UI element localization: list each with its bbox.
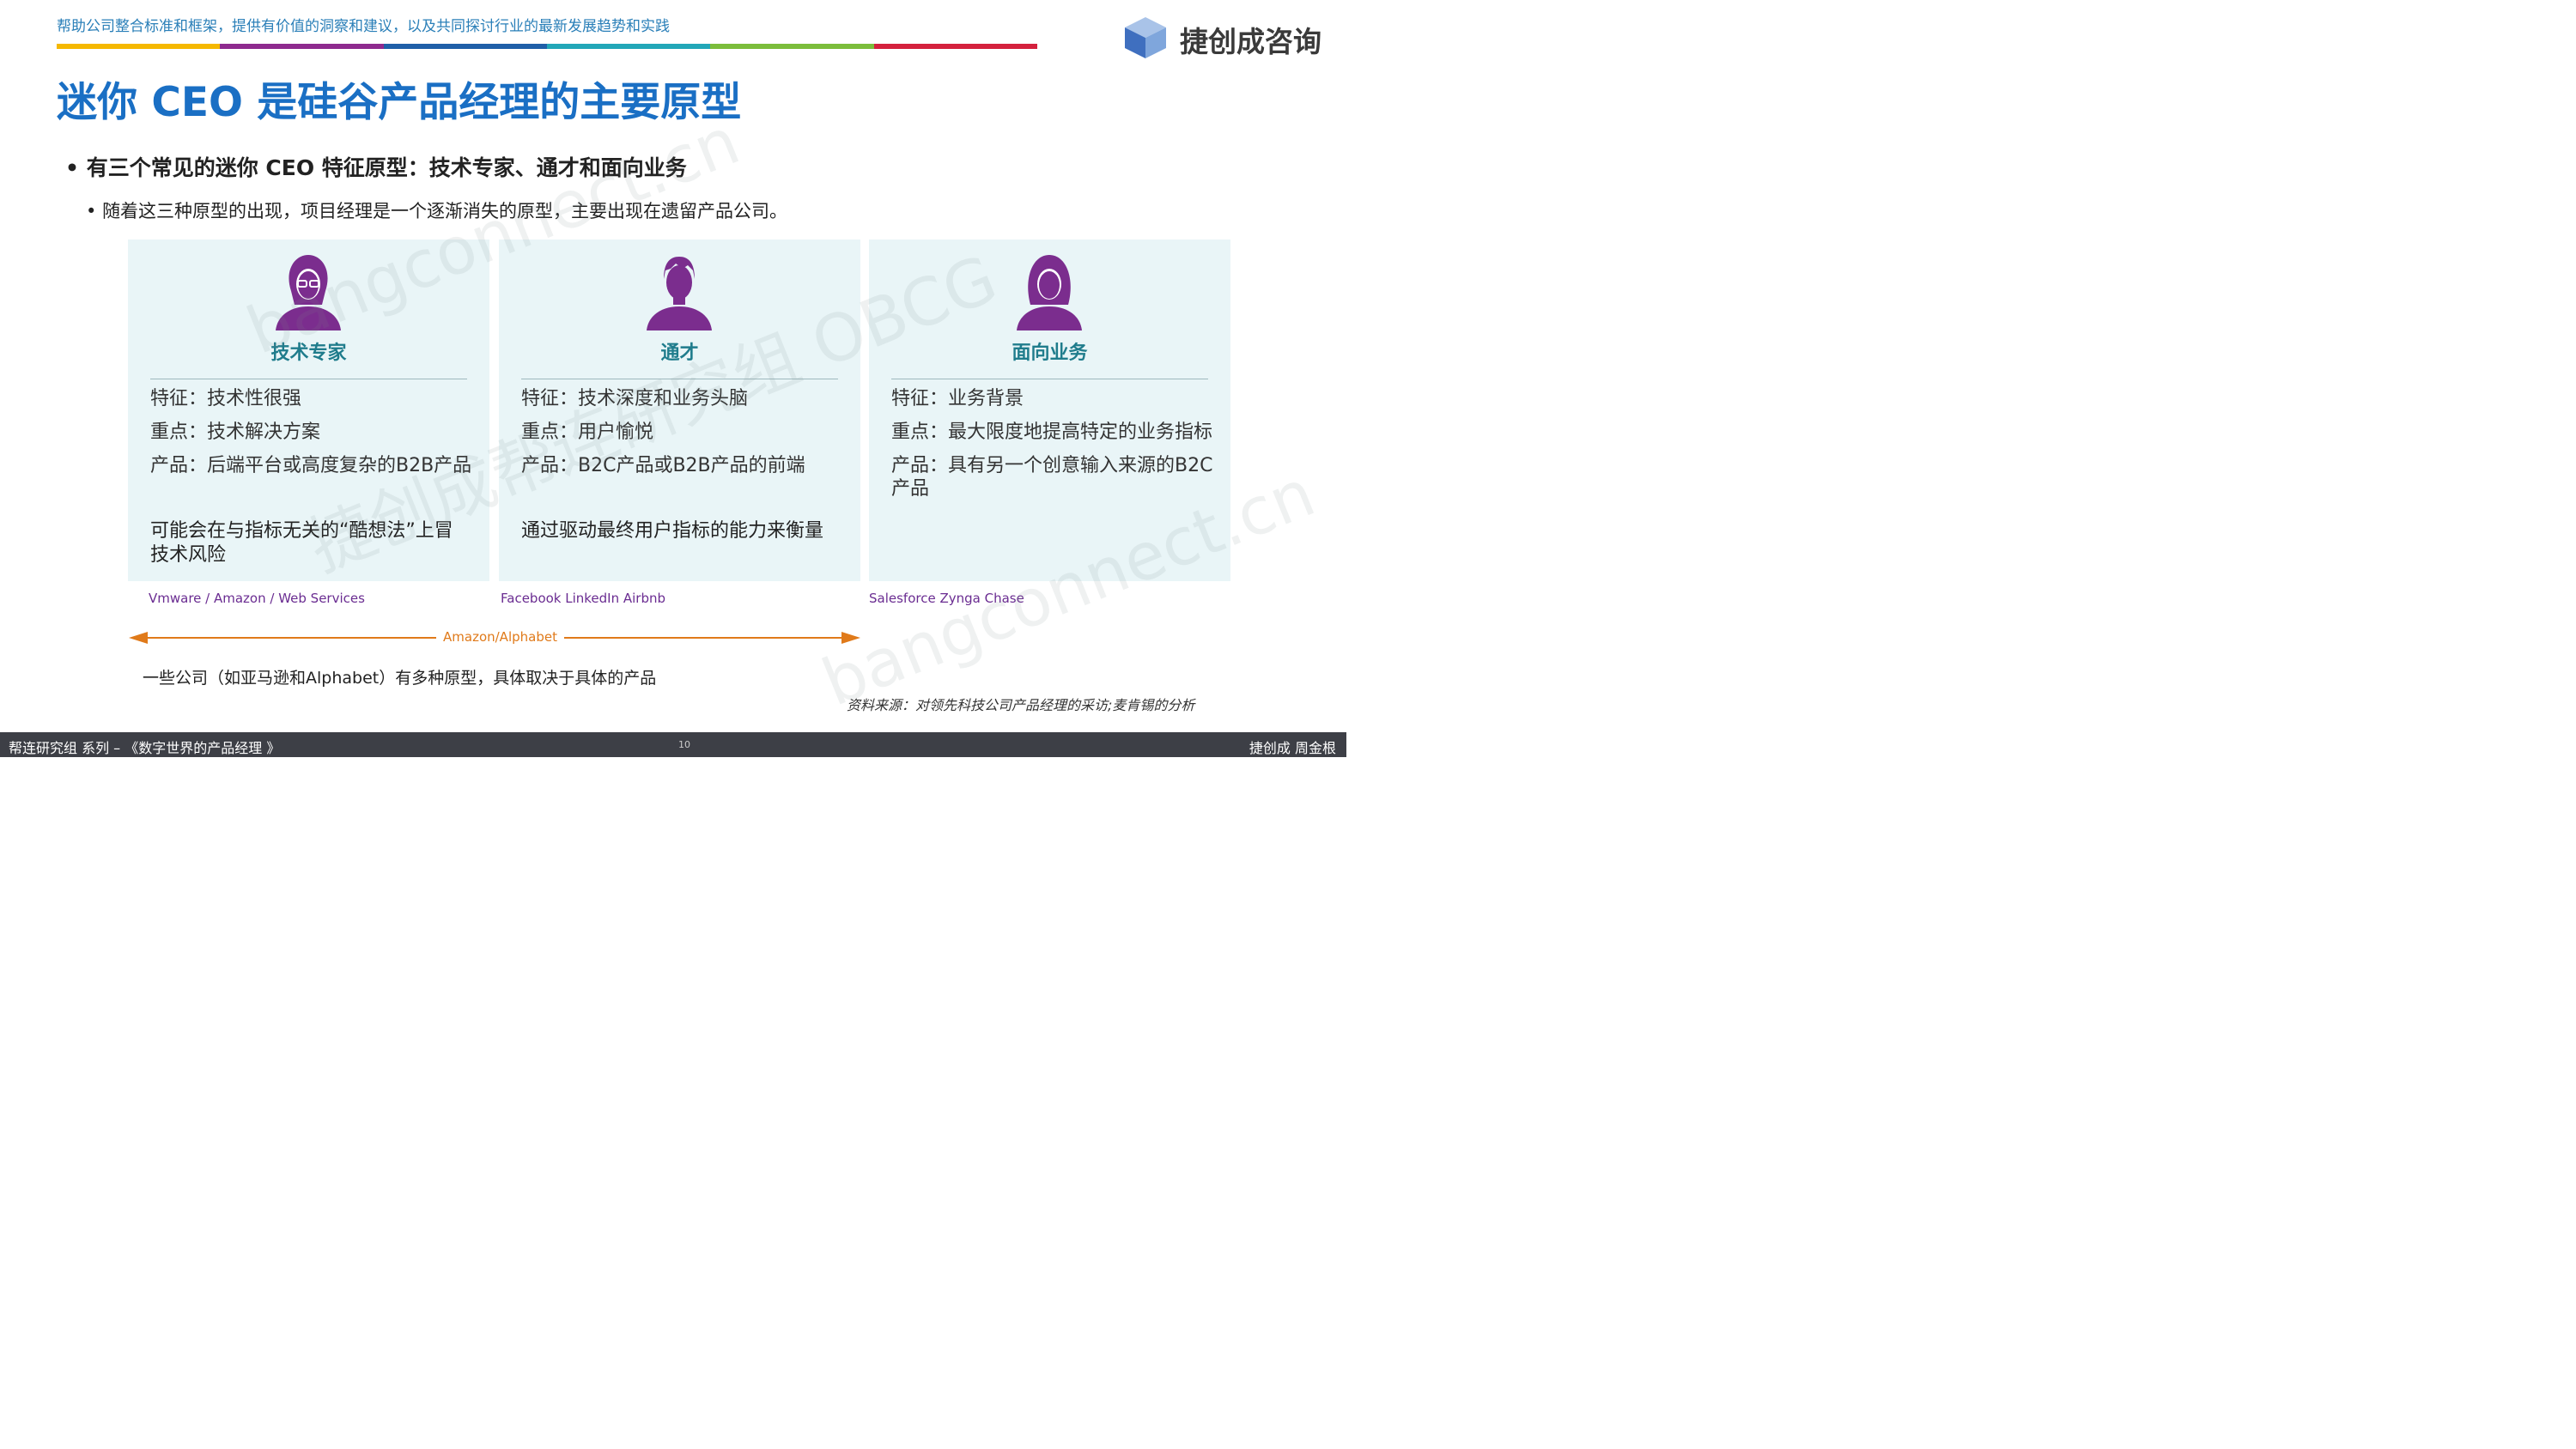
source-citation: 资料来源：对领先科技公司产品经理的采访;麦肯锡的分析	[847, 697, 1195, 713]
page-number: 10	[678, 739, 690, 750]
bullet-dot: •	[86, 201, 103, 221]
archetype-name: 通才	[660, 343, 699, 364]
product-row: 产品：后端平台或高度复杂的B2B产品	[150, 455, 472, 476]
archetype-note: 通过驱动最终用户指标的能力来衡量	[521, 520, 824, 542]
trait-row: 特征：业务背景	[891, 388, 1024, 409]
archetype-panel-generalist: 通才 特征：技术深度和业务头脑 重点：用户愉悦 产品：B2C产品或B2B产品的前…	[499, 239, 860, 581]
color-bar-segment-yellow	[57, 44, 221, 49]
company-logo: 捷创成咨询	[1123, 15, 1329, 60]
example-companies-tech-expert: Vmware / Amazon / Web Services	[149, 591, 365, 606]
color-bar-segment-blue	[383, 44, 547, 49]
footer-bar: 帮连研究组 系列 – 《数字世界的产品经理 》 10 捷创成 周金根	[0, 732, 1346, 757]
focus-row: 重点：用户愉悦	[521, 421, 654, 443]
focus-row: 重点：技术解决方案	[150, 421, 321, 443]
product-row: 产品：具有另一个创意输入来源的B2C产品	[891, 455, 1213, 500]
arrow-label: Amazon/Alphabet	[436, 629, 564, 645]
cube-logo-icon	[1125, 17, 1166, 58]
example-companies-generalist: Facebook LinkedIn Airbnb	[501, 591, 666, 606]
focus-row: 重点：最大限度地提高特定的业务指标	[891, 421, 1213, 443]
page-title: 迷你 CEO 是硅谷产品经理的主要原型	[57, 79, 742, 126]
trait-row: 特征：技术性很强	[150, 388, 302, 409]
header-color-bar	[57, 44, 1037, 49]
woman-avatar-icon	[1017, 255, 1082, 330]
color-bar-segment-purple	[220, 44, 384, 49]
logo-text: 捷创成咨询	[1180, 25, 1321, 58]
footer-author: 捷创成 周金根	[1249, 740, 1336, 756]
footer-series: 帮连研究组 系列 – 《数字世界的产品经理 》	[9, 740, 281, 756]
archetype-panel-business: 面向业务 特征：业务背景 重点：最大限度地提高特定的业务指标 产品：具有另一个创…	[869, 239, 1230, 581]
trait-row: 特征：技术深度和业务头脑	[521, 388, 749, 409]
archetype-name: 面向业务	[1012, 343, 1088, 364]
product-row: 产品：B2C产品或B2B产品的前端	[521, 455, 805, 476]
header-tagline: 帮助公司整合标准和框架，提供有价值的洞察和建议，以及共同探讨行业的最新发展趋势和…	[57, 18, 670, 35]
archetype-panel-tech-expert: 技术专家 特征：技术性很强 重点：技术解决方案 产品：后端平台或高度复杂的B2B…	[128, 239, 489, 581]
archetype-name: 技术专家	[270, 343, 347, 364]
woman-glasses-avatar-icon	[276, 255, 341, 330]
bullet-main: • 有三个常见的迷你 CEO 特征原型：技术专家、通才和面向业务	[65, 151, 687, 182]
example-companies-business: Salesforce Zynga Chase	[869, 591, 1024, 606]
multi-archetype-note: 一些公司（如亚马逊和Alphabet）有多种原型，具体取决于具体的产品	[143, 669, 657, 688]
bullet-main-text: 有三个常见的迷你 CEO 特征原型：技术专家、通才和面向业务	[86, 155, 687, 180]
bullet-sub-text: 随着这三种原型的出现，项目经理是一个逐渐消失的原型，主要出现在遗留产品公司。	[102, 201, 788, 221]
bullet-sub: • 随着这三种原型的出现，项目经理是一个逐渐消失的原型，主要出现在遗留产品公司。	[86, 197, 787, 223]
man-avatar-icon	[647, 257, 712, 330]
color-bar-segment-green	[710, 44, 874, 49]
bullet-dot: •	[65, 155, 87, 180]
color-bar-segment-red	[873, 44, 1037, 49]
archetype-note: 可能会在与指标无关的“酷想法”上冒技术风险	[150, 520, 453, 566]
color-bar-segment-teal	[546, 44, 711, 49]
